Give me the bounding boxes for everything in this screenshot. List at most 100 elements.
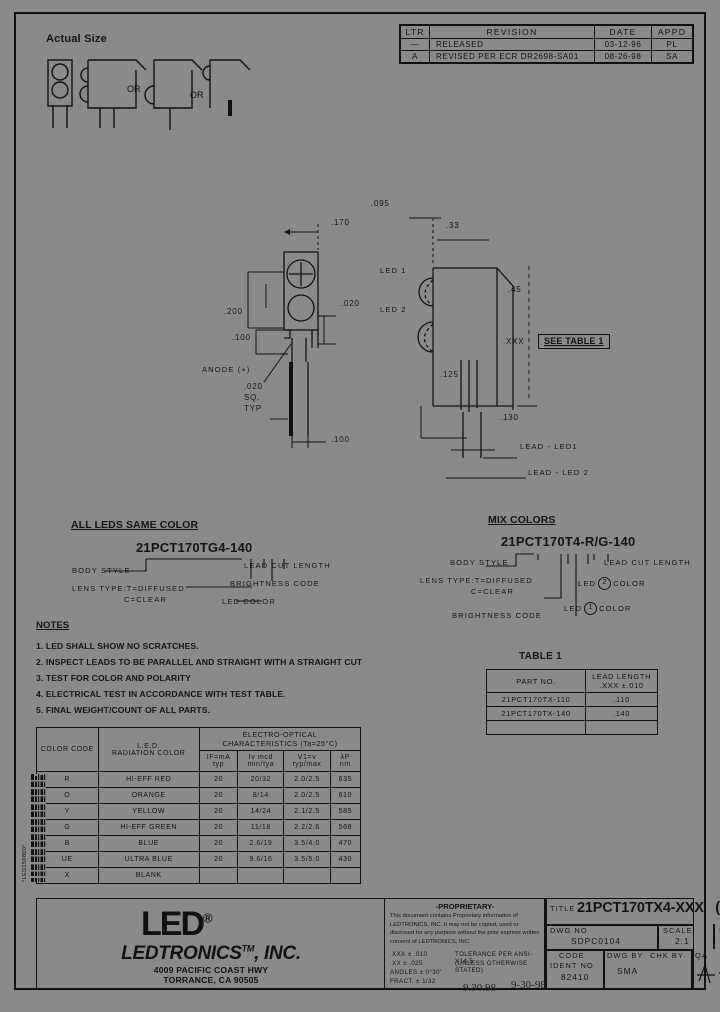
vf-value: 3.5/4.0 xyxy=(283,835,331,852)
dim-020-sq-3: TYP xyxy=(244,404,262,413)
dwg-by-label: DWG BY xyxy=(607,951,644,960)
dim-33: .33 xyxy=(446,221,460,230)
code-ident-label-2: IDENT NO xyxy=(550,961,594,970)
table-row: O ORANGE 20 8/14 2.0/2.5 610 xyxy=(36,787,362,804)
callout-lens-type-2: C=CLEAR xyxy=(124,595,167,604)
scale-label: SCALE xyxy=(663,926,693,935)
radiation-color: BLUE xyxy=(97,835,200,852)
callout-lead-cut-length: LEAD CUT LENGTH xyxy=(244,561,331,570)
table-row: A REVISED PER ECR DR2698-SA01 08-26-98 S… xyxy=(400,50,693,63)
callout-led2-color-pre: LED xyxy=(578,579,597,588)
dim-100-bottom: .100 xyxy=(331,435,350,444)
wavelength-value: 568 xyxy=(329,819,362,836)
table-row: B BLUE 20 2.6/19 3.5/4.0 470 xyxy=(36,835,362,852)
header-wavelength-l1: λP xyxy=(340,754,351,761)
header-iv: Iv mcd min/tya xyxy=(237,750,285,772)
header-vf-l2: typ/max xyxy=(292,761,322,768)
dim-45: .45 xyxy=(508,285,522,294)
mix-colors-heading: MIX COLORS xyxy=(488,514,556,526)
table1-lead-length xyxy=(585,720,658,735)
header-vf: V1=v typ/max xyxy=(283,750,331,772)
actual-size-label: Actual Size xyxy=(46,33,107,45)
callout-body-style: BODY STYLE xyxy=(72,566,131,575)
company-name-suffix: , INC. xyxy=(254,943,301,964)
chk-by-label: CHK BY xyxy=(650,951,684,960)
title-value: 21PCT170TX4-XXX (T4-X/X-XXX) xyxy=(577,900,720,916)
callout-brightness-code: BRIGHTNESS CODE xyxy=(230,579,320,588)
dim-020: .020 xyxy=(341,299,360,308)
revision-text: RELEASED xyxy=(429,38,595,51)
iv-value: 8/14 xyxy=(237,787,285,804)
title-label: TITLE xyxy=(550,904,576,913)
company-name: LEDTRONICSTM, INC. xyxy=(45,943,377,965)
scale-value: 2:1 xyxy=(675,936,690,946)
dim-130: .130 xyxy=(500,413,519,422)
circled-2-icon: 2 xyxy=(598,577,612,590)
tolerance-note-2: (UNLESS OTHERWISE STATED) xyxy=(455,960,528,974)
color-code-table: COLOR CODE L.E.D. RADIATION COLOR ELECTR… xyxy=(36,727,362,884)
header-if-l1: IF=mA xyxy=(206,754,231,761)
wavelength-value: 610 xyxy=(329,787,362,804)
revision-ltr: — xyxy=(400,38,430,51)
company-logo-block: LED® LEDTRONICSTM, INC. 4009 PACIFIC COA… xyxy=(37,899,385,988)
led1-label: LED 1 xyxy=(380,266,407,275)
iv-value xyxy=(237,867,285,884)
dim-200: .200 xyxy=(224,307,243,316)
header-vf-l1: V1=v xyxy=(297,754,317,761)
barcode xyxy=(30,774,46,882)
header-iv-l2: min/tya xyxy=(247,761,275,768)
trademark-icon: TM xyxy=(241,943,255,954)
revision-header-revision: REVISION xyxy=(429,25,595,39)
see-table-1-callout[interactable]: SEE TABLE 1 xyxy=(538,334,610,349)
table-row: 21PCT170TX-110 .110 xyxy=(485,692,658,707)
header-radiation-color-l2: RADIATION COLOR xyxy=(111,749,186,757)
table1: PART NO. LEAD LENGTH .XXX ±.010 21PCT170… xyxy=(485,669,658,735)
callout-led2-color-post: COLOR xyxy=(613,579,646,588)
note-item: 1. LED SHALL SHOW NO SCRATCHES. xyxy=(36,641,199,651)
iv-value: 2.6/19 xyxy=(237,835,285,852)
table-row: Y YELLOW 20 14/24 2.1/2.5 585 xyxy=(36,803,362,820)
if-value: 20 xyxy=(198,819,239,836)
actual-size-drawings: OR OR xyxy=(47,59,251,130)
company-address-line2: TORRANCE, CA 90505 xyxy=(163,975,259,985)
radiation-color: ULTRA BLUE xyxy=(97,851,200,868)
callout-led1-color-post: COLOR xyxy=(599,604,632,613)
vf-value: 2.0/2.5 xyxy=(283,787,331,804)
revision-appd: PL xyxy=(651,38,693,51)
approval-signature-mark xyxy=(697,963,720,984)
table1-part-no: 21PCT170TX-110 xyxy=(485,692,587,707)
callout-led1-color-pre: LED xyxy=(564,604,583,613)
revision-table: LTR REVISION DATE APPD — RELEASED 03-12-… xyxy=(399,24,694,64)
title-block: LED® LEDTRONICSTM, INC. 4009 PACIFIC COA… xyxy=(36,898,720,990)
header-if: IF=mA typ xyxy=(198,750,239,772)
callout-lens-type-1: LENS TYPE:T=DIFFUSED xyxy=(72,584,185,593)
header-electro-optical-l2: CHARACTERISTICS (Ta=25°C) xyxy=(222,739,338,748)
revision-header-row: LTR REVISION DATE APPD xyxy=(400,25,693,39)
note-item: 5. FINAL WEIGHT/COUNT OF ALL PARTS. xyxy=(36,705,211,715)
callout-mix-body-style: BODY STYLE xyxy=(450,558,509,567)
callout-led2-color: LED 2 COLOR xyxy=(578,577,646,590)
callout-mix-lens-type-1: LENS TYPE:T=DIFFUSED xyxy=(420,576,533,585)
table-row: — RELEASED 03-12-96 PL xyxy=(400,38,693,51)
same-color-part-number: 21PCT170TG4-140 xyxy=(136,540,253,555)
barcode-label: *LED150800* xyxy=(22,844,28,882)
table1-header-part-no: PART NO. xyxy=(485,669,587,693)
vf-value: 3.5/5.0 xyxy=(283,851,331,868)
lead-led2-leader xyxy=(446,477,526,479)
circled-1-icon: 1 xyxy=(584,602,598,615)
title-info-block: TITLE 21PCT170TX4-XXX (T4-X/X-XXX) DWG N… xyxy=(545,899,720,988)
revision-date: 08-26-98 xyxy=(594,50,652,63)
dim-020-sq-1: .020 xyxy=(244,382,263,391)
proprietary-body: This document contains Proprietary infor… xyxy=(390,913,540,946)
dim-100: .100 xyxy=(232,333,251,342)
table-row: R HI-EFF RED 20 20/32 2.0/2.5 635 xyxy=(36,771,362,788)
header-iv-l1: Iv mcd xyxy=(248,754,273,761)
wavelength-value: 430 xyxy=(329,851,362,868)
lead-led1-label: LEAD - LED1 xyxy=(520,442,578,451)
company-address-line1: 4009 PACIFIC COAST HWY xyxy=(153,965,269,975)
dwg-no-value: SDPC0104 xyxy=(571,936,621,946)
led-logo-text: LED xyxy=(141,905,205,943)
radiation-color: HI-EFF RED xyxy=(97,771,200,788)
header-if-l2: typ xyxy=(213,761,225,768)
header-electro-optical-l1: ELECTRO-OPTICAL xyxy=(242,730,318,739)
